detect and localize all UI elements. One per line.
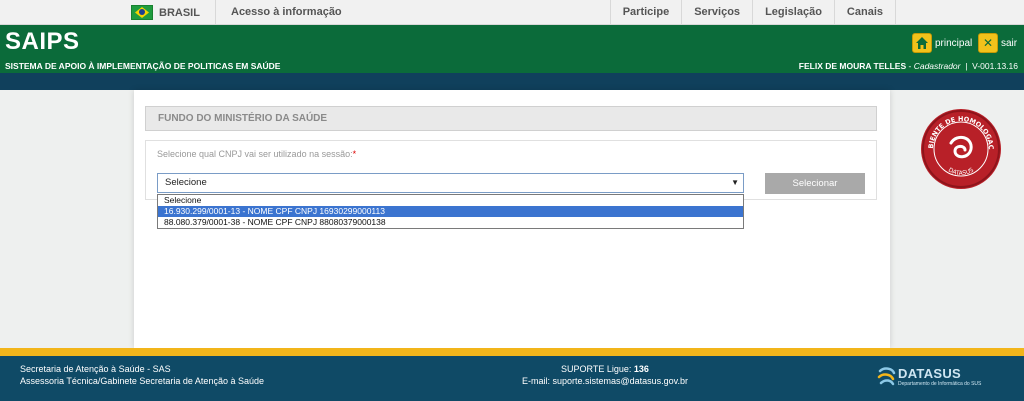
app-header: SAIPS SISTEMA DE APOIO À IMPLEMENTAÇÃO D… <box>0 25 1024 73</box>
datasus-brand: DATASUS <box>898 365 962 381</box>
version-label: V-001.13.16 <box>972 61 1018 71</box>
cnpj-select[interactable]: Selecione ▼ <box>157 173 744 193</box>
required-mark: * <box>352 149 357 159</box>
selecionar-button[interactable]: Selecionar <box>765 173 865 194</box>
section-title: FUNDO DO MINISTÉRIO DA SAÚDE <box>145 106 877 131</box>
app-logo: SAIPS <box>5 28 80 55</box>
user-role: Cadastrador <box>913 61 961 71</box>
homologation-seal: AMBIENTE DE HOMOLOGAÇÃO DATASUS <box>918 102 1001 189</box>
menu-participe[interactable]: Participe <box>609 0 681 24</box>
acesso-informacao-link[interactable]: Acesso à informação <box>215 0 342 24</box>
gov-menu: Participe Serviços Legislação Canais <box>609 0 896 24</box>
cnpj-option[interactable]: Selecione <box>158 195 743 206</box>
home-label: principal <box>935 37 973 49</box>
home-button[interactable]: principal <box>912 33 972 53</box>
exit-button[interactable]: ✕ sair <box>978 33 1017 53</box>
menu-canais[interactable]: Canais <box>833 0 896 24</box>
menu-servicos[interactable]: Serviços <box>681 0 752 24</box>
exit-label: sair <box>1001 37 1018 49</box>
cnpj-dropdown-list: Selecione 16.930.299/0001-13 - NOME CPF … <box>157 194 744 229</box>
footer-stripe <box>0 348 1024 356</box>
cnpj-label: Selecione qual CNPJ vai ser utilizado na… <box>157 149 356 159</box>
home-icon <box>912 33 932 53</box>
footer-line-1: Secretaria de Atenção à Saúde - SAS <box>20 364 171 374</box>
close-icon: ✕ <box>978 33 998 53</box>
chevron-down-icon: ▼ <box>731 178 739 187</box>
brasil-label: BRASIL <box>159 6 200 19</box>
brazil-flag-icon <box>131 5 153 20</box>
footer-support: SUPORTE Ligue: 136 E-mail: suporte.siste… <box>470 363 740 387</box>
cnpj-option-selected[interactable]: 16.930.299/0001-13 - NOME CPF CNPJ 16930… <box>158 206 743 217</box>
user-info: FELIX DE MOURA TELLES - Cadastrador | V-… <box>798 61 1018 71</box>
footer-org-info: Secretaria de Atenção à Saúde - SAS Asse… <box>20 363 264 387</box>
datasus-brand-sub: Departamento de Informática do SUS <box>898 380 982 387</box>
footer-line-2: Assessoria Técnica/Gabinete Secretaria d… <box>20 376 264 386</box>
brasil-link[interactable]: BRASIL <box>131 4 200 21</box>
support-number: 136 <box>633 364 649 374</box>
menu-legislacao[interactable]: Legislação <box>752 0 834 24</box>
page-footer: Secretaria de Atenção à Saúde - SAS Asse… <box>0 356 1024 401</box>
user-name: FELIX DE MOURA TELLES <box>798 61 907 71</box>
cnpj-option[interactable]: 88.080.379/0001-38 - NOME CPF CNPJ 88080… <box>158 217 743 228</box>
datasus-logo-icon <box>877 367 896 386</box>
cnpj-label-text: Selecione qual CNPJ vai ser utilizado na… <box>157 149 353 159</box>
support-email: E-mail: suporte.sistemas@datasus.gov.br <box>521 376 689 386</box>
app-subtitle: SISTEMA DE APOIO À IMPLEMENTAÇÃO DE POLI… <box>5 61 281 71</box>
cnpj-select-value: Selecione <box>165 177 207 188</box>
header-band <box>0 73 1024 90</box>
gov-top-bar: BRASIL Acesso à informação Participe Ser… <box>0 0 1024 25</box>
datasus-logo: DATASUS Departamento de Informática do S… <box>876 365 981 387</box>
support-prefix: SUPORTE Ligue: <box>561 364 632 374</box>
